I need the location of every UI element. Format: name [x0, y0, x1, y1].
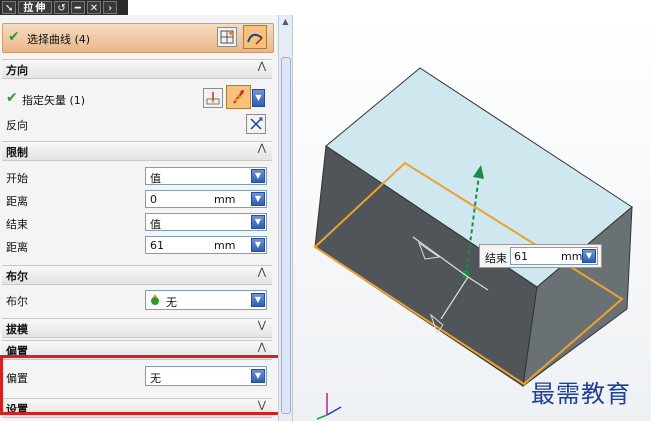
end-value: 值 [150, 218, 161, 231]
curve-select-button[interactable] [243, 25, 267, 49]
onscreen-distance-value: 61 [514, 250, 528, 263]
unit-menu-icon[interactable]: ▼ [251, 238, 265, 252]
end-distance-onscreen-input[interactable]: 结束 61 mm ▼ [479, 244, 602, 268]
onscreen-end-label: 结束 [485, 252, 507, 265]
reverse-direction-button[interactable] [246, 114, 266, 134]
extrude-preview [313, 67, 633, 420]
start-value: 值 [150, 172, 161, 185]
start-distance-unit: mm [214, 193, 236, 206]
minimize-icon[interactable]: ━ [70, 1, 85, 14]
view-axis-y [316, 414, 328, 420]
onscreen-distance-unit: mm [561, 250, 583, 263]
chevron-down-icon[interactable]: ▼ [251, 293, 265, 307]
onscreen-distance-field[interactable]: 61 mm ▼ [510, 247, 598, 265]
dialog-scrollbar[interactable]: ▲ [278, 15, 292, 421]
start-distance-value: 0 [150, 193, 157, 206]
infer-vector-button[interactable] [226, 85, 251, 109]
limits-title: 限制 [6, 146, 28, 159]
more-arrow-icon[interactable]: › [103, 1, 118, 14]
chevron-up-icon[interactable]: ⋀ [258, 143, 266, 154]
distance-label-1: 距离 [6, 195, 28, 208]
select-curve-label: 选择曲线 (4) [27, 33, 91, 46]
vector-check-icon: ✔ [6, 90, 18, 106]
curve-icon [247, 33, 263, 45]
dialog-titlebar: ➘ 拉伸 ↺ ━ ✕ › [0, 0, 128, 15]
end-label: 结束 [6, 218, 28, 231]
infer-vector-icon [232, 90, 244, 104]
vector-dialog-button[interactable] [203, 88, 223, 108]
direction-title: 方向 [6, 64, 28, 77]
offset-highlight-box [0, 355, 284, 415]
end-distance-value: 61 [150, 239, 164, 252]
direction-section-header[interactable]: 方向 ⋀ [2, 59, 272, 79]
end-select[interactable]: 值 ▼ [145, 213, 267, 231]
view-axis-x [326, 406, 342, 416]
specify-vector-label: 指定矢量 (1) [22, 94, 86, 107]
limits-section-header[interactable]: 限制 ⋀ [2, 141, 272, 161]
start-select[interactable]: 值 ▼ [145, 167, 267, 185]
vector-dialog-icon [206, 92, 220, 105]
close-icon[interactable]: ✕ [86, 1, 102, 14]
chevron-up-icon[interactable]: ⋀ [258, 61, 266, 72]
scroll-thumb[interactable] [281, 57, 291, 414]
start-distance-input[interactable]: 0 mm ▼ [145, 190, 267, 208]
dialog-title: 拉伸 [18, 1, 53, 14]
draft-section-header[interactable]: 拔模 ⋁ [2, 318, 272, 338]
boolean-value: 无 [166, 296, 177, 309]
reset-icon[interactable]: ↺ [54, 1, 69, 14]
draft-title: 拔模 [6, 323, 28, 336]
pin-icon[interactable]: ➘ [2, 1, 17, 14]
boolean-select[interactable]: 无 ▼ [145, 290, 267, 310]
reverse-label: 反向 [6, 119, 28, 132]
select-curve-row[interactable]: ✔ 选择曲线 (4) [2, 23, 274, 53]
unit-menu-icon[interactable]: ▼ [582, 249, 596, 263]
scroll-up-icon[interactable]: ▲ [280, 17, 291, 27]
reverse-direction-icon [250, 117, 263, 130]
check-icon: ✔ [8, 29, 20, 45]
sketch-icon [220, 30, 234, 44]
watermark-text: 最需教育 [531, 380, 631, 408]
boolean-none-icon [151, 294, 159, 305]
distance-label-2: 距离 [6, 241, 28, 254]
chevron-down-icon[interactable]: ▼ [251, 169, 265, 183]
boolean-section-header[interactable]: 布尔 ⋀ [2, 265, 272, 285]
end-distance-unit: mm [214, 239, 236, 252]
boolean-label: 布尔 [6, 295, 28, 308]
chevron-down-icon[interactable]: ⋁ [258, 320, 266, 331]
end-distance-input[interactable]: 61 mm ▼ [145, 236, 267, 254]
extrude-dialog: ✔ 选择曲线 (4) 方向 ⋀ ✔ 指定矢量 (1) ▼ 反向 限制 ⋀ 开始 … [0, 15, 293, 421]
boolean-title: 布尔 [6, 270, 28, 283]
chevron-down-icon[interactable]: ▼ [251, 215, 265, 229]
graphics-viewport[interactable] [293, 15, 651, 421]
start-label: 开始 [6, 172, 28, 185]
vector-dropdown-arrow[interactable]: ▼ [252, 89, 265, 107]
unit-menu-icon[interactable]: ▼ [251, 192, 265, 206]
sketch-section-button[interactable] [217, 27, 237, 47]
chevron-up-icon[interactable]: ⋀ [258, 267, 266, 278]
chevron-up-icon[interactable]: ⋀ [258, 342, 266, 353]
